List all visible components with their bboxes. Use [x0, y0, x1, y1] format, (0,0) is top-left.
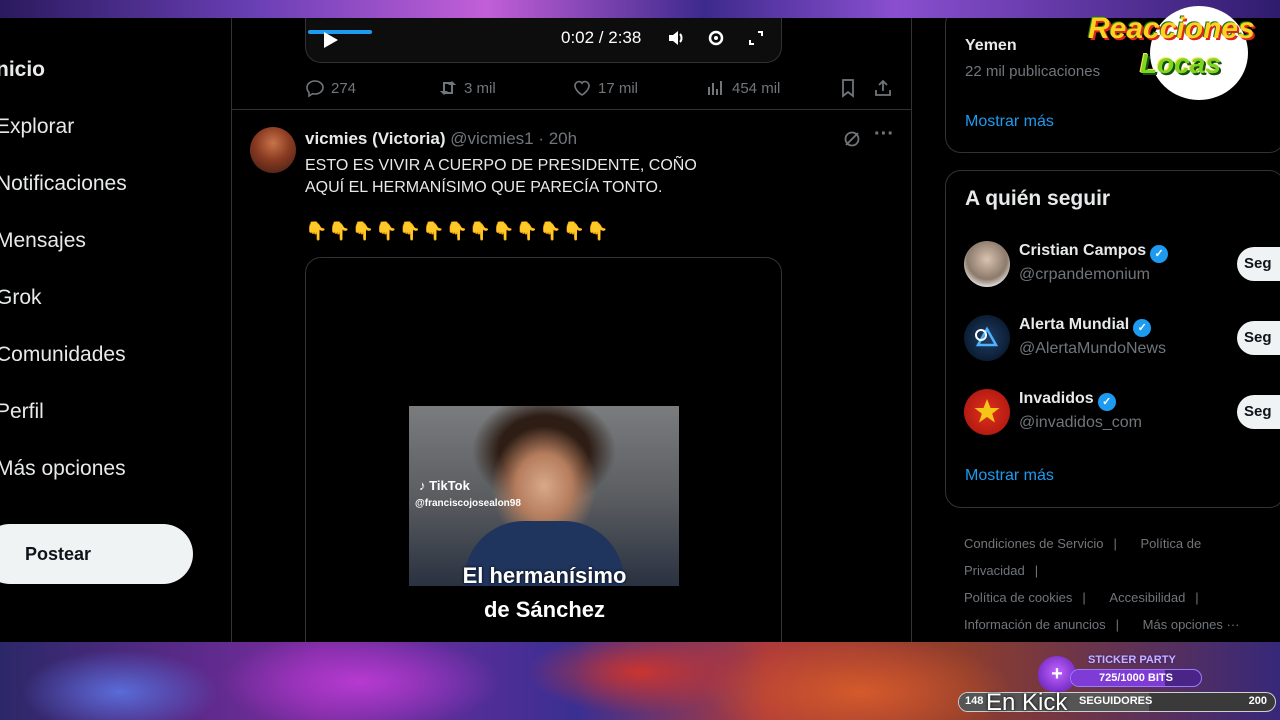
views-action[interactable]: 454 mil	[706, 78, 780, 98]
reply-action[interactable]: 274	[305, 78, 356, 98]
footer-link[interactable]: Accesibilidad	[1109, 590, 1185, 605]
video-thumbnail[interactable]: ♪ TikTok @franciscojosealon98	[409, 406, 679, 586]
tweet-author-line: vicmies (Victoria) @vicmies1 · 20h	[305, 129, 577, 149]
reply-icon	[306, 80, 324, 98]
footer-link[interactable]: Política de cookies	[964, 590, 1072, 605]
sticker-party-title: STICKER PARTY	[1088, 654, 1176, 666]
channel-logo: Reacciones Locas	[1088, 4, 1278, 100]
footer-links: Condiciones de Servicio | Política de Pri…	[964, 530, 1274, 656]
volume-icon[interactable]	[666, 28, 686, 48]
avatar[interactable]	[964, 389, 1010, 435]
bits-goal-bar: 725/1000 BITS	[1070, 669, 1202, 687]
video-caption-line1: El hermanísimo	[462, 563, 627, 588]
who-to-follow-title: A quién seguir	[965, 187, 1111, 210]
tweet-video[interactable]: ♪ TikTok @franciscojosealon98 El hermaní…	[305, 257, 782, 657]
post-button[interactable]: Postear	[0, 524, 193, 584]
trends-show-more-link[interactable]: Mostrar más	[965, 113, 1054, 131]
nav-item-messages[interactable]: Mensajes	[0, 229, 86, 253]
tweet-text: ESTO ES VIVIR A CUERPO DE PRESIDENTE, CO…	[305, 155, 725, 199]
video-progress-bar[interactable]	[308, 30, 372, 34]
views-chart-icon	[708, 81, 722, 95]
avatar[interactable]	[964, 241, 1010, 287]
bookmark-icon[interactable]	[838, 78, 858, 98]
retweet-count: 3 mil	[464, 79, 496, 97]
heart-icon	[574, 80, 590, 96]
tweet-emoji-row: 👇👇👇👇👇👇👇👇👇👇👇👇👇	[305, 221, 610, 241]
video-time: 0:02 / 2:38	[561, 28, 642, 47]
view-count: 454 mil	[732, 79, 781, 97]
tiktok-handle: @franciscojosealon98	[415, 498, 521, 509]
previous-tweet-actions: 274 3 mil 17 mil 454 mil	[232, 76, 911, 110]
like-count: 17 mil	[598, 79, 639, 97]
video-player-controls: 0:02 / 2:38	[305, 18, 782, 63]
nav-item-home[interactable]: nicio	[0, 58, 45, 82]
follow-button[interactable]: Seg	[1237, 321, 1280, 355]
like-action[interactable]: 17 mil	[572, 78, 638, 98]
follow-suggestion[interactable]: Invadidos ✓ @invadidos_com Seg	[964, 389, 1280, 439]
author-handle-time: @vicmies1 · 20h	[450, 129, 578, 148]
fullscreen-icon[interactable]	[746, 28, 766, 48]
suggestion-handle: @AlertaMundoNews	[1019, 340, 1166, 357]
follow-button[interactable]: Seg	[1237, 395, 1280, 429]
follow-suggestion[interactable]: Alerta Mundial ✓ @AlertaMundoNews Seg	[964, 315, 1280, 365]
bits-goal-text: 725/1000 BITS	[1099, 672, 1173, 684]
sidebar: nicio Explorar Notificaciones Mensajes G…	[0, 18, 232, 642]
nav-item-profile[interactable]: Perfil	[0, 400, 44, 424]
retweet-action[interactable]: 3 mil	[438, 78, 496, 98]
nav-item-notifications[interactable]: Notificaciones	[0, 172, 127, 196]
suggestion-name: Alerta Mundial ✓	[1019, 316, 1152, 337]
tweet-text-line1: ESTO ES VIVIR A CUERPO DE PRESIDENTE, CO…	[305, 157, 697, 174]
suggestion-handle: @invadidos_com	[1019, 414, 1142, 431]
tweet[interactable]: vicmies (Victoria) @vicmies1 · 20h ··· E…	[232, 113, 911, 657]
footer-link[interactable]: Más opciones ···	[1143, 617, 1240, 632]
logo-text-line2: Locas	[1140, 48, 1221, 79]
author-name[interactable]: vicmies (Victoria)	[305, 129, 445, 148]
suggestion-name: Cristian Campos ✓	[1019, 242, 1169, 263]
follow-button[interactable]: Seg	[1237, 247, 1280, 281]
suggestion-name: Invadidos ✓	[1019, 390, 1116, 411]
video-caption-line2: de Sánchez	[483, 597, 606, 622]
trend-name[interactable]: Yemen	[965, 37, 1017, 55]
nav-item-more-options[interactable]: Más opciones	[0, 457, 126, 481]
who-to-follow-card: A quién seguir Cristian Campos ✓ @crpande…	[945, 170, 1280, 508]
settings-gear-icon[interactable]	[706, 28, 726, 48]
footer-link[interactable]: Condiciones de Servicio	[964, 536, 1103, 551]
follow-show-more-link[interactable]: Mostrar más	[965, 467, 1054, 485]
footer-link[interactable]: Información de anuncios	[964, 617, 1106, 632]
followers-target: 200	[1248, 695, 1267, 707]
followers-current: 148	[965, 695, 984, 707]
grok-icon[interactable]	[842, 129, 862, 154]
author-avatar[interactable]	[250, 127, 296, 173]
retweet-icon	[440, 81, 456, 95]
play-icon[interactable]	[324, 32, 338, 48]
tiktok-logo: ♪ TikTok	[419, 478, 470, 493]
nav-item-grok[interactable]: Grok	[0, 286, 42, 310]
verified-badge-icon: ✓	[1133, 319, 1152, 337]
more-options-icon[interactable]: ···	[874, 123, 894, 146]
right-sidebar: Yemen 22 mil publicaciones Mostrar más A…	[945, 8, 1280, 654]
logo-text-line1: Reacciones	[1088, 12, 1255, 45]
verified-badge-icon: ✓	[1097, 393, 1116, 411]
verified-badge-icon: ✓	[1150, 245, 1169, 263]
trend-count: 22 mil publicaciones	[965, 63, 1101, 80]
suggestion-handle: @crpandemonium	[1019, 266, 1150, 283]
nav-item-communities[interactable]: Comunidades	[0, 343, 126, 367]
nav-item-explore[interactable]: Explorar	[0, 115, 74, 139]
share-icon[interactable]	[873, 78, 893, 98]
follow-suggestion[interactable]: Cristian Campos ✓ @crpandemonium Seg	[964, 241, 1280, 291]
en-kick-label: En Kick	[986, 689, 1068, 716]
tweet-text-line2: AQUÍ EL HERMANÍSIMO QUE PARECÍA TONTO.	[305, 179, 663, 196]
timeline: 0:02 / 2:38 274 3 mil 17 mil 454 mil vic…	[231, 18, 912, 657]
reply-count: 274	[331, 79, 357, 97]
avatar[interactable]	[964, 315, 1010, 361]
followers-label: SEGUIDORES	[1079, 695, 1153, 707]
